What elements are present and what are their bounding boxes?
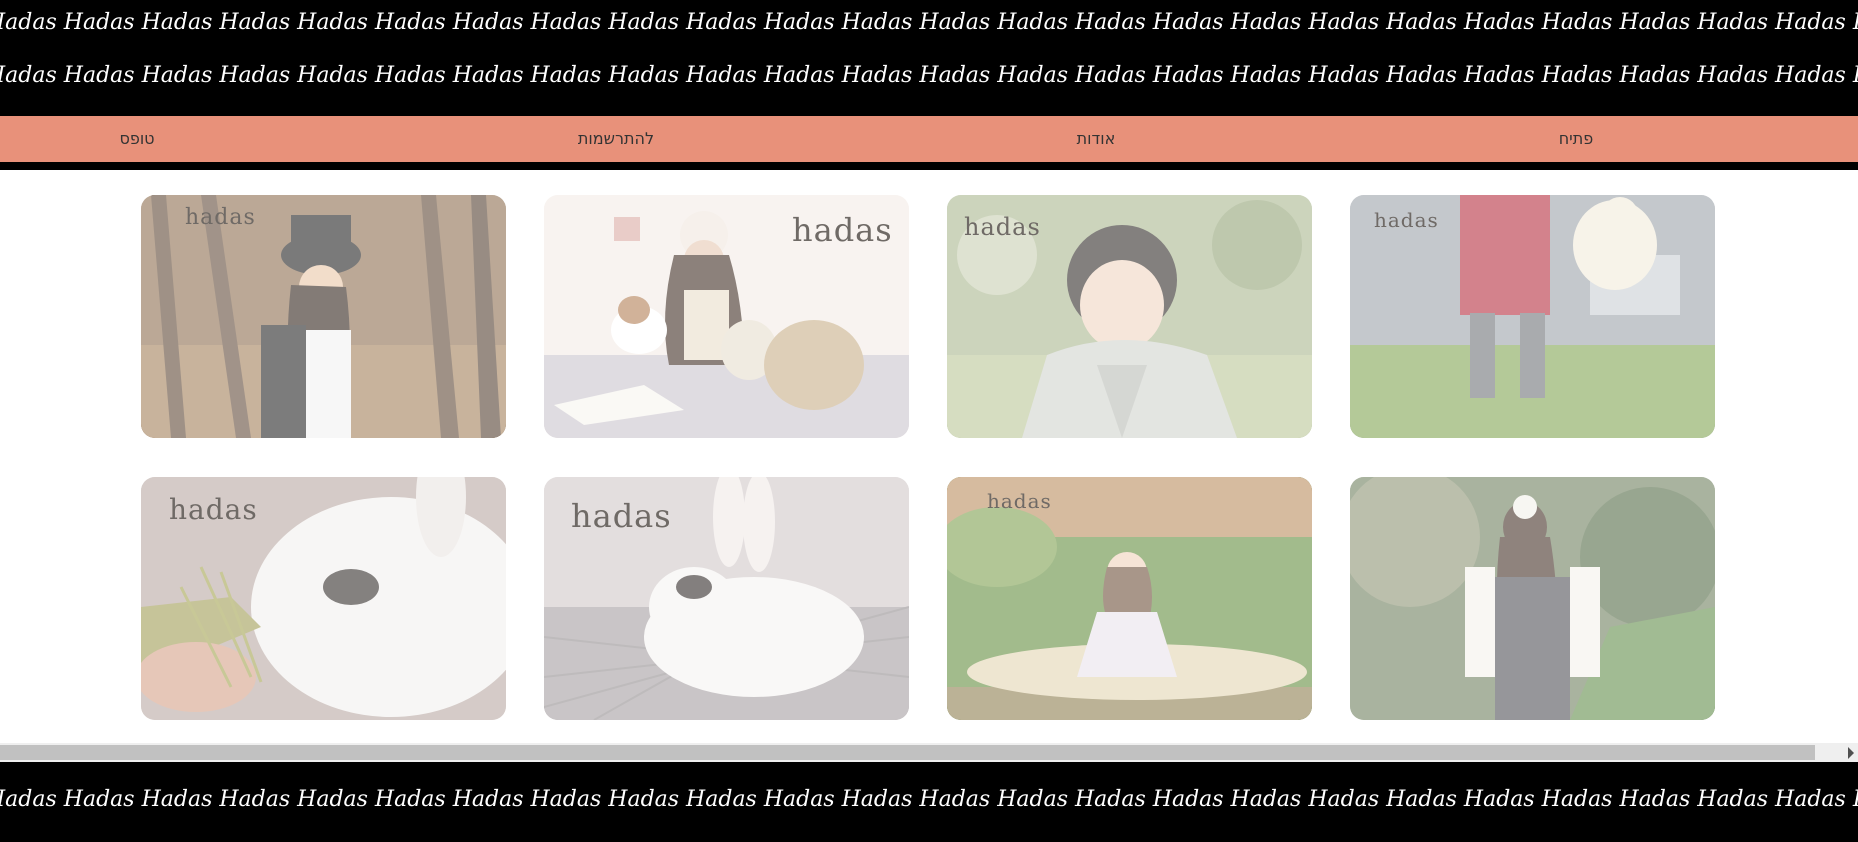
gallery-photo-3[interactable]: hadas bbox=[947, 195, 1312, 438]
gallery-photo-1[interactable]: hadas bbox=[141, 195, 506, 438]
bottom-banner: Hadas Hadas Hadas Hadas Hadas Hadas Hada… bbox=[0, 762, 1858, 842]
gallery-photo-7[interactable]: hadas bbox=[947, 477, 1312, 720]
bottom-marquee-line: Hadas Hadas Hadas Hadas Hadas Hadas Hada… bbox=[0, 787, 1858, 812]
gallery-photo-5[interactable]: hadas bbox=[141, 477, 506, 720]
photo-watermark: hadas bbox=[1374, 208, 1439, 232]
main-nav: פתיח אודות להתרשמות טופס bbox=[0, 116, 1858, 170]
photo-watermark: hadas bbox=[987, 489, 1052, 513]
top-marquee-line-2: Hadas Hadas Hadas Hadas Hadas Hadas Hada… bbox=[0, 63, 1858, 88]
scroll-right-arrow-icon[interactable] bbox=[1848, 747, 1854, 759]
photo-watermark: hadas bbox=[571, 497, 672, 535]
photo-overlay bbox=[141, 195, 506, 438]
gallery-photo-6[interactable]: hadas bbox=[544, 477, 909, 720]
nav-item-about[interactable]: אודות bbox=[1077, 116, 1116, 162]
scrollbar-thumb[interactable] bbox=[0, 745, 1815, 760]
gallery-photo-2[interactable]: hadas bbox=[544, 195, 909, 438]
horizontal-scrollbar[interactable] bbox=[0, 743, 1858, 762]
top-marquee-line-1: Hadas Hadas Hadas Hadas Hadas Hadas Hada… bbox=[0, 10, 1858, 35]
photo-gallery: hadas hadas hadas hadas hadas hadas hada… bbox=[0, 170, 1858, 744]
photo-watermark: hadas bbox=[964, 213, 1041, 241]
nav-item-form[interactable]: טופס bbox=[119, 116, 154, 162]
photo-watermark: hadas bbox=[169, 493, 258, 526]
nav-item-intro[interactable]: פתיח bbox=[1559, 116, 1594, 162]
photo-watermark: hadas bbox=[185, 205, 256, 230]
nav-item-gallery[interactable]: להתרשמות bbox=[578, 116, 654, 162]
photo-overlay bbox=[1350, 477, 1715, 720]
photo-watermark: hadas bbox=[792, 211, 893, 249]
top-banner: Hadas Hadas Hadas Hadas Hadas Hadas Hada… bbox=[0, 0, 1858, 116]
photo-overlay bbox=[947, 477, 1312, 720]
gallery-photo-4[interactable]: hadas bbox=[1350, 195, 1715, 438]
gallery-photo-8[interactable] bbox=[1350, 477, 1715, 720]
